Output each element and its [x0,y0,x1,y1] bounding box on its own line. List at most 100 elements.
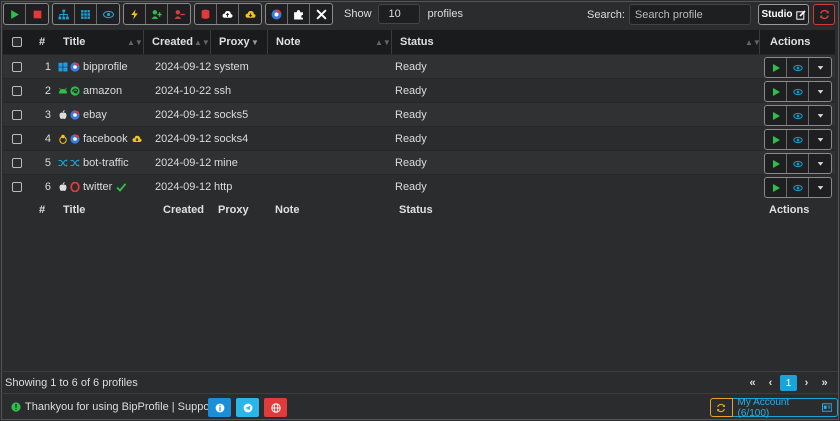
table-row[interactable]: 3 ebay 2024-09-12 socks5 Ready [3,102,835,126]
table-row[interactable]: 5 bot-traffic 2024-09-12 mine Ready [3,150,835,174]
row-more-button[interactable] [809,82,831,101]
row-title-cell[interactable]: ebay [58,103,107,127]
row-checkbox[interactable] [12,175,22,199]
extensions-button[interactable] [288,4,310,24]
browser-button[interactable] [266,4,288,24]
row-checkbox[interactable] [12,127,22,151]
row-status: Ready [395,109,427,121]
row-play-button[interactable] [765,130,787,149]
table-row[interactable]: 2 amazon 2024-10-22 ssh Ready [3,78,835,102]
row-view-button[interactable] [787,154,809,173]
row-proxy: socks5 [214,109,249,121]
row-checkbox[interactable] [12,79,22,103]
play-button[interactable] [4,4,26,24]
row-play-button[interactable] [765,154,787,173]
support-telegram-button[interactable] [236,398,259,417]
database-button[interactable] [195,4,217,24]
row-title-cell[interactable]: facebook [58,127,145,151]
row-play-button[interactable] [765,58,787,77]
opera-icon [70,182,80,192]
row-proxy: http [214,181,233,193]
page-button-current[interactable]: 1 [780,375,797,391]
row-more-button[interactable] [809,130,831,149]
page-size-input[interactable] [377,4,420,24]
show-label: Show [344,8,372,20]
header-title[interactable]: Title [63,30,85,54]
footer-proxy: Proxy [218,204,249,216]
database-icon [201,9,210,19]
row-view-button[interactable] [787,82,809,101]
sort-desc-icon: ▼ [251,38,259,47]
remove-user-button[interactable] [168,4,190,24]
row-title-cell[interactable]: bipprofile [58,55,128,79]
search-input[interactable] [628,4,751,25]
download-button[interactable] [239,4,261,24]
eye-icon [792,64,803,71]
studio-button[interactable]: Studio [758,4,809,25]
row-view-button[interactable] [787,58,809,77]
row-title-cell[interactable]: amazon [58,79,122,103]
footer-status: Status [399,204,433,216]
grid-button[interactable] [75,4,97,24]
row-title-cell[interactable]: bot-traffic [58,151,129,175]
play-icon [772,183,780,192]
row-view-button[interactable] [787,130,809,149]
refresh-button[interactable] [813,4,835,25]
header-created[interactable]: Created [143,30,193,54]
sync-icon [717,403,726,412]
row-view-button[interactable] [787,106,809,125]
run-group [3,3,49,25]
last-page-button[interactable]: » [816,375,833,391]
caret-down-icon [817,66,823,70]
view-button[interactable] [97,4,119,24]
next-page-button[interactable]: › [798,375,815,391]
row-proxy: socks4 [214,133,249,145]
row-more-button[interactable] [809,154,831,173]
footer-num: # [39,204,46,216]
info-circle-icon [215,403,224,412]
row-play-button[interactable] [765,106,787,125]
account-refresh-button[interactable] [710,398,733,417]
row-checkbox[interactable] [12,103,22,127]
header-num[interactable]: # [39,30,45,54]
table-header: # Title ▲▼ Created ▲▼ Proxy ▼ Note ▲▼ St… [3,30,835,54]
row-actions [764,81,832,102]
account-group: My Account (6/100) [710,397,838,419]
row-title: amazon [83,85,123,97]
row-status: Ready [395,181,427,193]
add-user-button[interactable] [146,4,168,24]
row-play-button[interactable] [765,82,787,101]
row-more-button[interactable] [809,178,831,197]
header-note[interactable]: Note [267,30,300,54]
select-all-checkbox[interactable] [12,30,22,54]
eye-icon [792,88,803,95]
prev-page-button[interactable]: ‹ [762,375,779,391]
row-more-button[interactable] [809,58,831,77]
data-group [194,3,262,25]
row-status: Ready [395,157,427,169]
apple-icon [58,110,68,120]
stop-button[interactable] [26,4,48,24]
support-website-button[interactable] [264,398,287,417]
row-checkbox[interactable] [12,151,22,175]
first-page-button[interactable]: « [744,375,761,391]
row-checkbox[interactable] [12,55,22,79]
upload-button[interactable] [217,4,239,24]
row-view-button[interactable] [787,178,809,197]
row-title-cell[interactable]: twitter [58,175,129,199]
row-play-button[interactable] [765,178,787,197]
table-footer-header: # Title Created Proxy Note Status Action… [3,198,835,222]
table-row[interactable]: 6 twitter 2024-09-12 http Ready [3,174,835,198]
table-row[interactable]: 1 bipprofile 2024-09-12 system Ready [3,54,835,78]
eye-icon [792,160,803,167]
tools-button[interactable] [310,4,332,24]
bolt-button[interactable] [124,4,146,24]
header-proxy[interactable]: Proxy [210,30,250,54]
header-status[interactable]: Status [391,30,434,54]
sitemap-button[interactable] [53,4,75,24]
support-info-button[interactable] [208,398,231,417]
my-account-button[interactable]: My Account (6/100) [732,397,838,419]
row-num: 4 [44,133,51,145]
table-row[interactable]: 4 facebook 2024-09-12 socks4 Ready [3,126,835,150]
row-more-button[interactable] [809,106,831,125]
